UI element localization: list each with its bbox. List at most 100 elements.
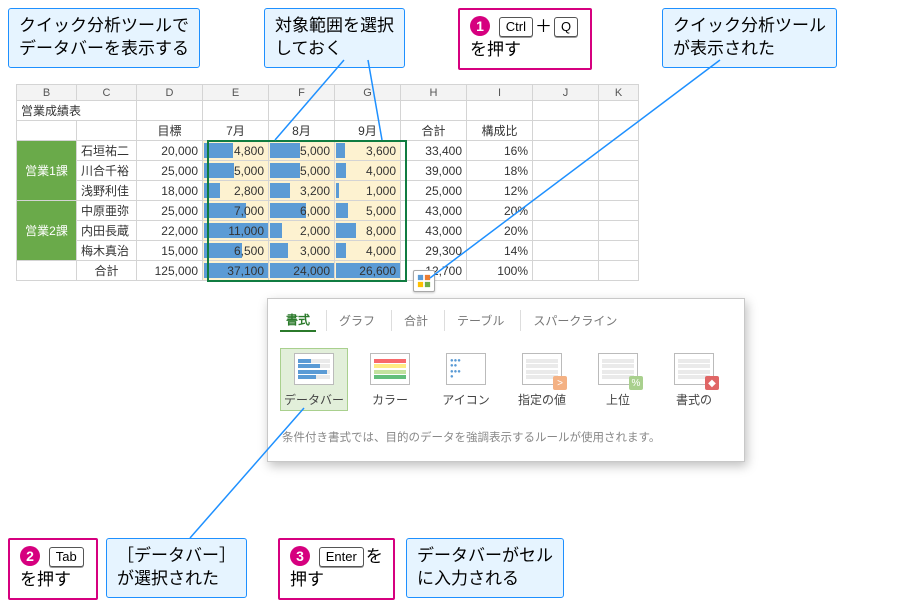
sep-cell[interactable]: 4,000 [335, 241, 401, 261]
quick-analysis-panel: 書式 グラフ 合計 テーブル スパークライン データバー カラー ●●●●●●●… [267, 298, 745, 462]
target-cell[interactable]: 18,000 [137, 181, 203, 201]
aug-cell[interactable]: 2,000 [269, 221, 335, 241]
sep-cell[interactable]: 1,000 [335, 181, 401, 201]
sheet-title[interactable]: 営業成績表 [17, 101, 137, 121]
qa-item-top[interactable]: % 上位 [584, 348, 652, 411]
quick-analysis-button[interactable] [413, 270, 435, 292]
ratio-cell[interactable]: 18% [467, 161, 533, 181]
qa-tab-chart[interactable]: グラフ [326, 310, 381, 331]
jul-cell[interactable]: 6,500 [203, 241, 269, 261]
total-aug[interactable]: 24,000 [269, 261, 335, 281]
total-cell[interactable]: 29,300 [401, 241, 467, 261]
name-cell[interactable]: 浅野利佳 [77, 181, 137, 201]
qa-tab-table[interactable]: テーブル [444, 310, 510, 331]
jul-cell[interactable]: 5,000 [203, 161, 269, 181]
colorscale-icon [370, 353, 410, 385]
col-B[interactable]: B [17, 85, 77, 101]
name-cell[interactable]: 中原亜弥 [77, 201, 137, 221]
aug-cell[interactable]: 3,200 [269, 181, 335, 201]
col-D[interactable]: D [137, 85, 203, 101]
target-cell[interactable]: 15,000 [137, 241, 203, 261]
ratio-cell[interactable]: 14% [467, 241, 533, 261]
callout-step2: 2 Tab を押す [8, 538, 98, 600]
col-H[interactable]: H [401, 85, 467, 101]
key-q: Q [554, 17, 578, 37]
sep-cell[interactable]: 3,600 [335, 141, 401, 161]
total-cell[interactable]: 33,400 [401, 141, 467, 161]
total-sep[interactable]: 26,600 [335, 261, 401, 281]
key-ctrl: Ctrl [499, 17, 533, 37]
col-J[interactable]: J [533, 85, 599, 101]
col-E[interactable]: E [203, 85, 269, 101]
col-G[interactable]: G [335, 85, 401, 101]
total-cell[interactable]: 43,000 [401, 221, 467, 241]
qa-tab-sparkline[interactable]: スパークライン [520, 310, 623, 331]
ratio-cell[interactable]: 20% [467, 201, 533, 221]
total-label[interactable]: 合計 [77, 261, 137, 281]
step-badge-2: 2 [20, 546, 40, 566]
total-cell[interactable]: 25,000 [401, 181, 467, 201]
hdr-sep[interactable]: 9月 [335, 121, 401, 141]
jul-cell[interactable]: 7,000 [203, 201, 269, 221]
col-F[interactable]: F [269, 85, 335, 101]
aug-cell[interactable]: 5,000 [269, 141, 335, 161]
total-cell[interactable]: 43,000 [401, 201, 467, 221]
qa-item-top-label: 上位 [585, 391, 651, 408]
qa-tab-format[interactable]: 書式 [280, 309, 316, 332]
jul-cell[interactable]: 2,800 [203, 181, 269, 201]
qa-tab-total[interactable]: 合計 [391, 310, 434, 331]
sep-cell[interactable]: 4,000 [335, 161, 401, 181]
aug-cell[interactable]: 5,000 [269, 161, 335, 181]
quick-analysis-icon [417, 274, 431, 288]
qa-item-clear-label: 書式の [661, 391, 727, 408]
hdr-ratio[interactable]: 構成比 [467, 121, 533, 141]
ratio-cell[interactable]: 16% [467, 141, 533, 161]
col-C[interactable]: C [77, 85, 137, 101]
jul-cell[interactable]: 11,000 [203, 221, 269, 241]
sep-cell[interactable]: 5,000 [335, 201, 401, 221]
group2-cell[interactable]: 営業2課 [17, 201, 77, 261]
total-cell[interactable]: 39,000 [401, 161, 467, 181]
target-cell[interactable]: 20,000 [137, 141, 203, 161]
group1-cell[interactable]: 営業1課 [17, 141, 77, 201]
aug-cell[interactable]: 3,000 [269, 241, 335, 261]
qa-items: データバー カラー ●●●●●●●●● アイコン > 指定の値 % 上位 ◆ 書… [268, 338, 744, 417]
hdr-aug[interactable]: 8月 [269, 121, 335, 141]
hdr-jul[interactable]: 7月 [203, 121, 269, 141]
qa-item-color-label: カラー [357, 391, 423, 408]
qa-description: 条件付き書式では、目的のデータを強調表示するルールが使用されます。 [268, 417, 744, 461]
total-target[interactable]: 125,000 [137, 261, 203, 281]
table-row: 川合千裕 25,000 5,000 5,000 4,000 39,000 18% [17, 161, 639, 181]
qa-item-iconset[interactable]: ●●●●●●●●● アイコン [432, 348, 500, 411]
name-cell[interactable]: 梅木真治 [77, 241, 137, 261]
target-cell[interactable]: 25,000 [137, 201, 203, 221]
target-cell[interactable]: 22,000 [137, 221, 203, 241]
qa-item-clear[interactable]: ◆ 書式の [660, 348, 728, 411]
aug-cell[interactable]: 6,000 [269, 201, 335, 221]
target-cell[interactable]: 25,000 [137, 161, 203, 181]
step-badge-1: 1 [470, 16, 490, 36]
sep-cell[interactable]: 8,000 [335, 221, 401, 241]
table-row: 営業1課 石垣祐二 20,000 4,800 5,000 3,600 33,40… [17, 141, 639, 161]
ratio-cell[interactable]: 20% [467, 221, 533, 241]
qa-item-databar[interactable]: データバー [280, 348, 348, 411]
table-row: 営業2課 中原亜弥 25,000 7,000 6,000 5,000 43,00… [17, 201, 639, 221]
qa-item-color[interactable]: カラー [356, 348, 424, 411]
qa-item-greater[interactable]: > 指定の値 [508, 348, 576, 411]
ratio-cell[interactable]: 12% [467, 181, 533, 201]
total-ratio[interactable]: 100% [467, 261, 533, 281]
col-K[interactable]: K [599, 85, 639, 101]
hdr-total[interactable]: 合計 [401, 121, 467, 141]
callout-tool-shown: クイック分析ツール が表示された [662, 8, 837, 68]
total-jul[interactable]: 37,100 [203, 261, 269, 281]
greater-icon: > [522, 353, 562, 385]
hdr-target[interactable]: 目標 [137, 121, 203, 141]
jul-cell[interactable]: 4,800 [203, 141, 269, 161]
table-row: 浅野利佳 18,000 2,800 3,200 1,000 25,000 12% [17, 181, 639, 201]
name-cell[interactable]: 石垣祐二 [77, 141, 137, 161]
key-tab: Tab [49, 547, 84, 567]
qa-item-greater-label: 指定の値 [509, 391, 575, 408]
col-I[interactable]: I [467, 85, 533, 101]
name-cell[interactable]: 内田長蔵 [77, 221, 137, 241]
name-cell[interactable]: 川合千裕 [77, 161, 137, 181]
